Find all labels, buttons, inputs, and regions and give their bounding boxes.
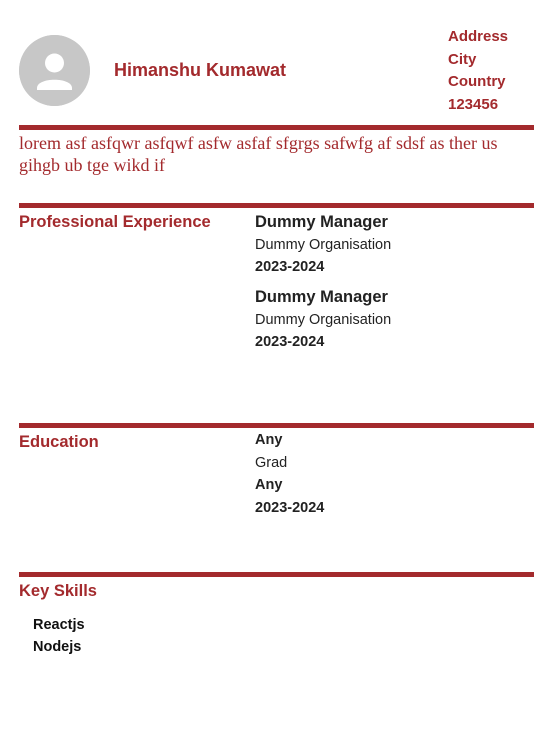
experience-item: Dummy Manager Dummy Organisation 2023-20…: [255, 285, 391, 353]
user-placeholder-icon: [19, 35, 90, 106]
education-years: 2023-2024: [255, 499, 325, 516]
education-details: Any Grad Any 2023-2024: [255, 429, 324, 519]
country-line: Country: [448, 73, 506, 91]
skills-section-title: Key Skills: [19, 582, 97, 600]
job-organisation: Dummy Organisation: [255, 312, 392, 328]
address-block: Address City Country 123456: [448, 26, 508, 117]
job-role: Dummy Manager: [255, 213, 388, 231]
skill-item: Reactjs: [33, 617, 85, 633]
summary-text: lorem asf asfqwr asfqwf asfw asfaf sfgrg…: [19, 133, 498, 175]
job-years: 2023-2024: [255, 334, 325, 350]
education-institution: Any: [255, 477, 283, 493]
job-years: 2023-2024: [255, 259, 325, 275]
person-name: Himanshu Kumawat: [114, 60, 287, 80]
education-level: Grad: [255, 454, 288, 471]
education-divider: [19, 423, 534, 428]
education-degree: Any: [255, 432, 283, 448]
city-line: City: [448, 50, 477, 68]
skill-item: Nodejs: [33, 639, 82, 655]
experience-divider: [19, 203, 534, 208]
experience-item: Dummy Manager Dummy Organisation 2023-20…: [255, 210, 391, 278]
skills-list: Reactjs Nodejs: [33, 614, 85, 658]
address-line: Address: [448, 28, 509, 45]
job-organisation: Dummy Organisation: [255, 237, 392, 253]
education-section-title: Education: [19, 433, 99, 451]
skills-divider: [19, 572, 534, 577]
experience-section-title: Professional Experience: [19, 213, 211, 231]
avatar: [19, 35, 90, 106]
experience-list: Dummy Manager Dummy Organisation 2023-20…: [255, 210, 391, 353]
postal-code-line: 123456: [448, 96, 499, 114]
header-divider: [19, 125, 534, 130]
job-role: Dummy Manager: [255, 288, 388, 306]
